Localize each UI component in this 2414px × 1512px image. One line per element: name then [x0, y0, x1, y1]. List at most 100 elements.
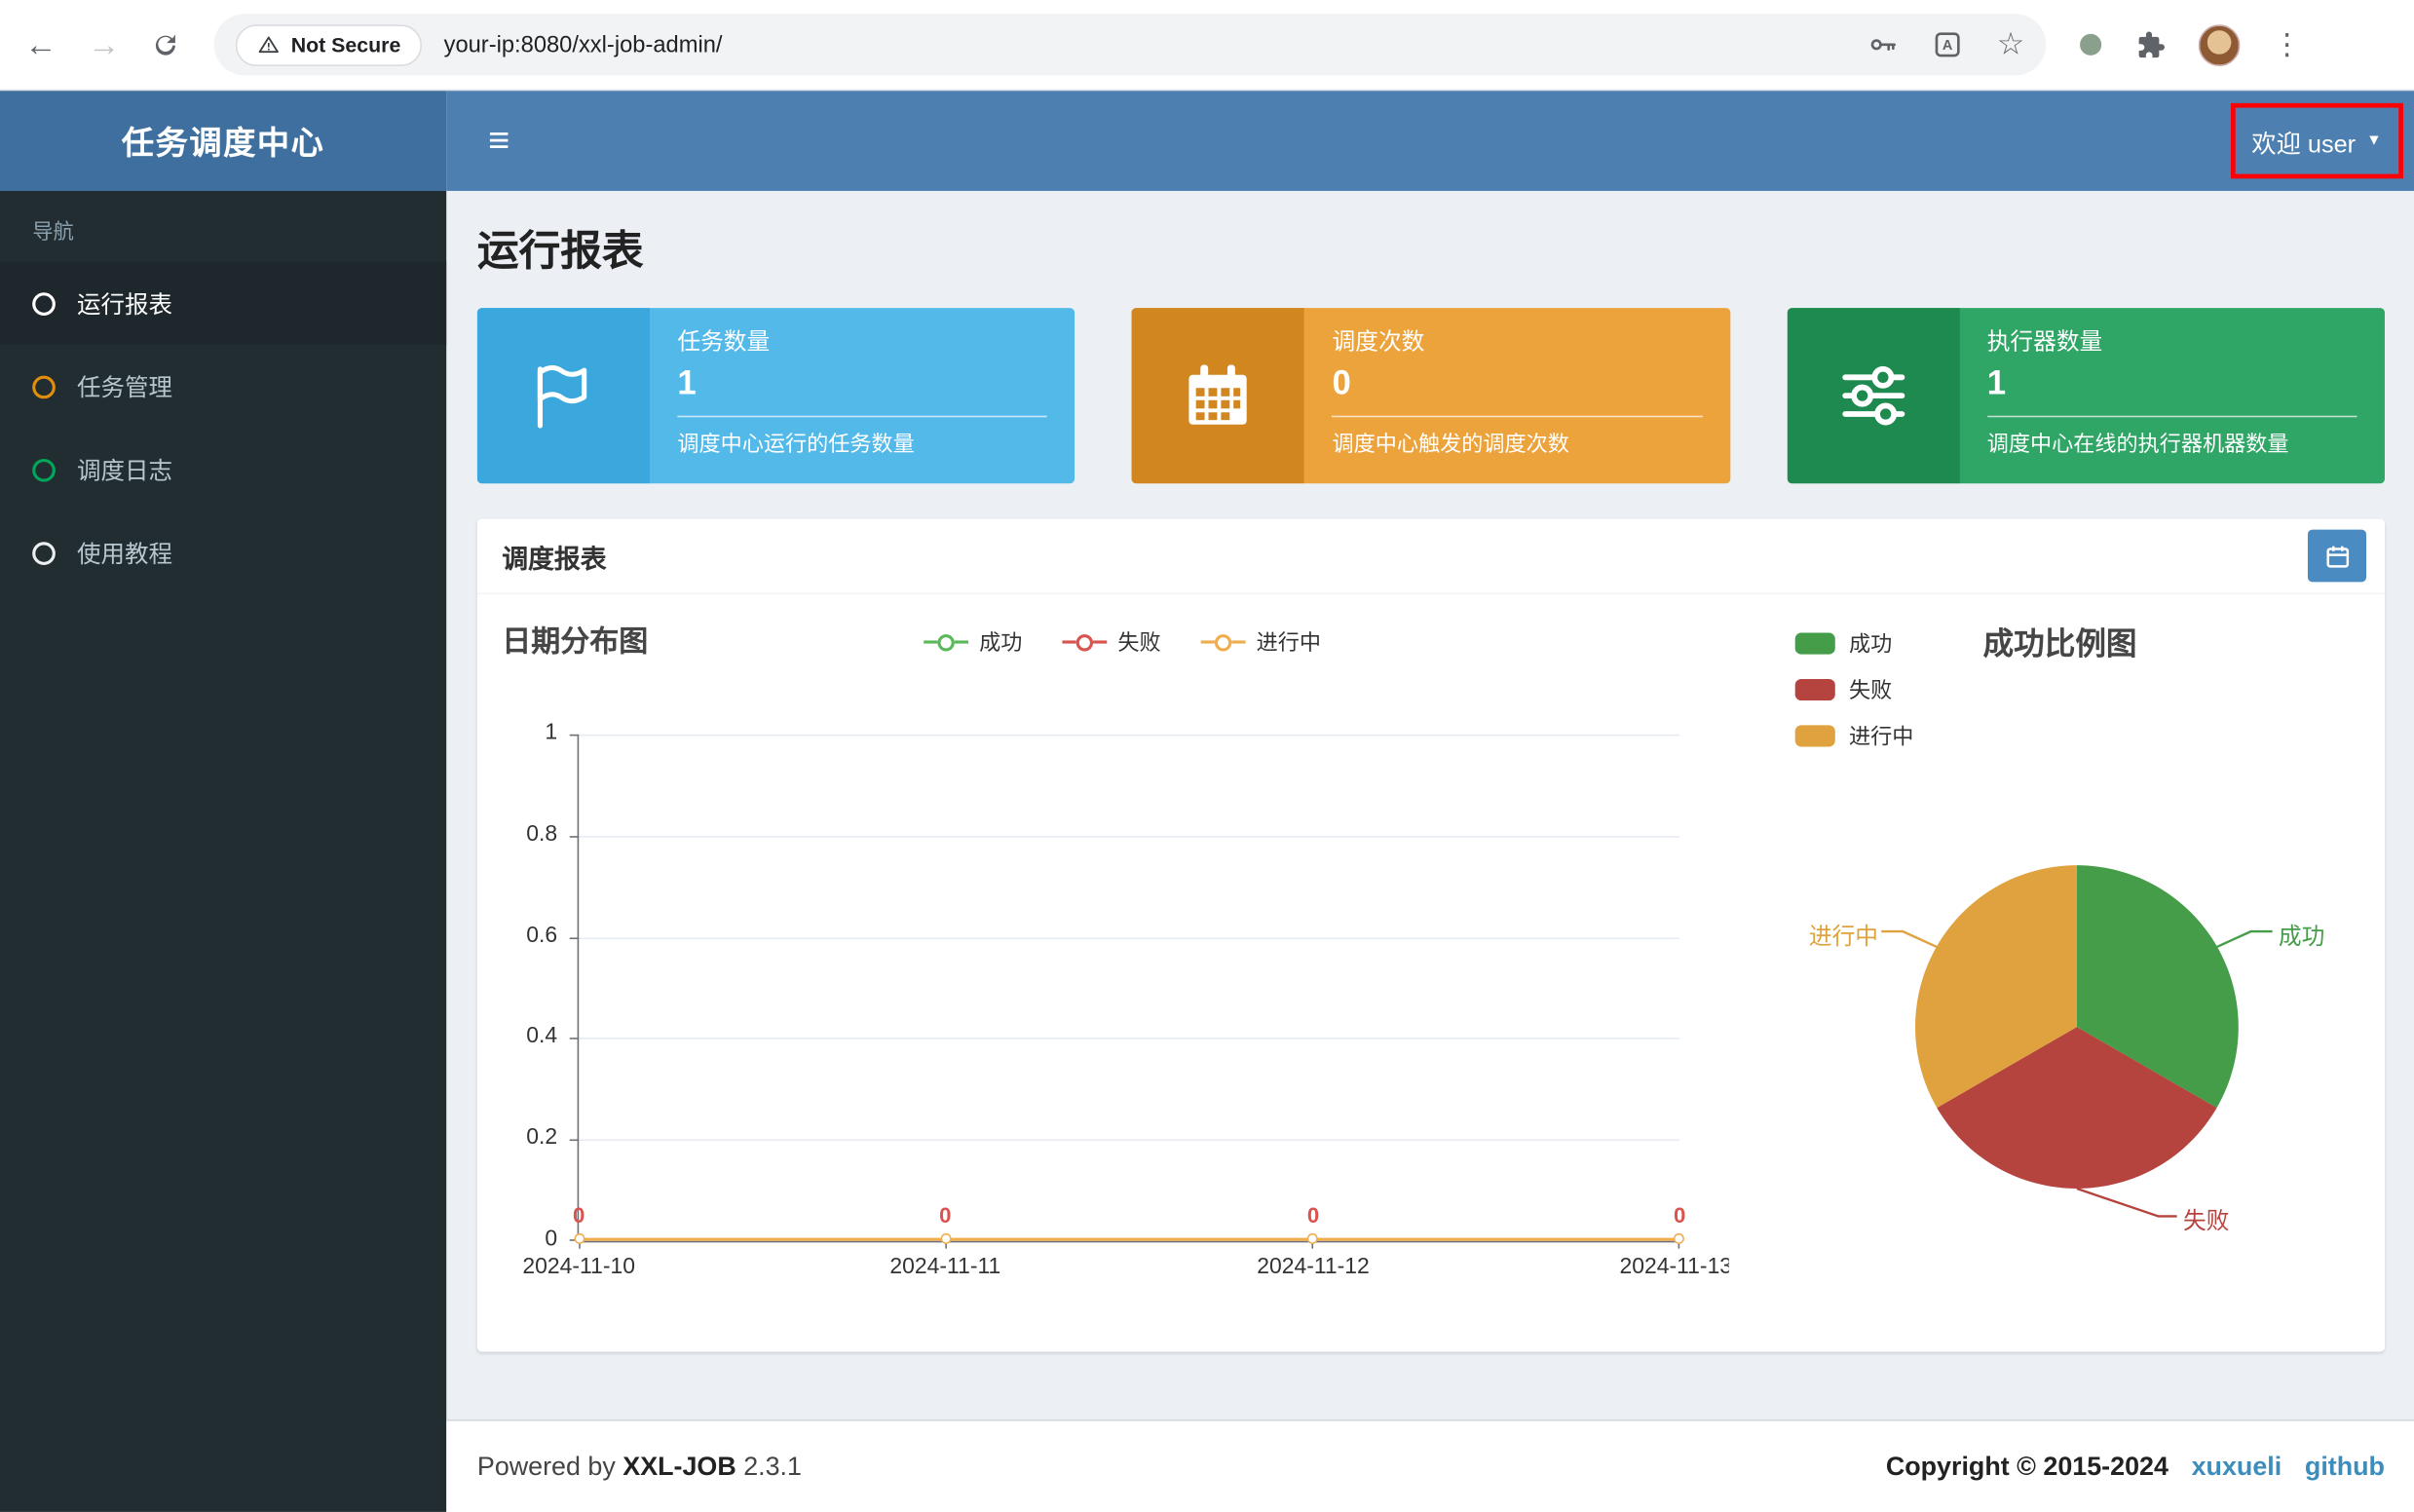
bookmark-star-icon[interactable]: ☆ — [1997, 29, 2024, 60]
security-badge[interactable]: Not Secure — [236, 23, 423, 65]
point-value-label: 0 — [1656, 1202, 1702, 1227]
reload-icon[interactable] — [151, 30, 180, 59]
sidebar-section-label: 导航 — [0, 191, 446, 262]
circle-icon — [32, 291, 56, 315]
page-title: 运行报表 — [477, 217, 2385, 278]
sidebar-item-label: 运行报表 — [77, 286, 172, 321]
y-axis-tick: 0.2 — [486, 1125, 557, 1150]
copyright-text: Copyright © 2015-2024 — [1886, 1451, 2169, 1482]
forward-icon[interactable]: → — [88, 28, 120, 60]
address-bar[interactable]: Not Secure your-ip:8080/xxl-job-admin/ A… — [214, 14, 2047, 75]
key-icon[interactable] — [1867, 29, 1899, 60]
legend-item-success[interactable]: 成功 — [924, 626, 1022, 658]
url-text: your-ip:8080/xxl-job-admin/ — [444, 31, 723, 57]
line-chart-title: 日期分布图 — [502, 619, 648, 661]
stat-card-value: 1 — [1987, 363, 2357, 403]
stat-card-executors: 执行器数量 1 调度中心在线的执行器机器数量 — [1787, 308, 2385, 483]
browser-nav-cluster: ← → — [24, 28, 180, 60]
stat-card-title: 调度次数 — [1333, 324, 1703, 357]
screenshot-stage: ← → Not Secure your-ip:8080/xxl-job-admi… — [0, 0, 2414, 1512]
sidebar-toggle-icon[interactable]: ≡ — [488, 123, 509, 160]
stat-card-title: 任务数量 — [677, 324, 1047, 357]
stat-card-value: 1 — [677, 363, 1047, 403]
warning-icon — [257, 34, 281, 56]
data-point-marker — [1674, 1233, 1684, 1244]
stat-card-jobs: 任务数量 1 调度中心运行的任务数量 — [477, 308, 1075, 483]
pie-label-connectors — [1786, 594, 2385, 1318]
divider — [1987, 416, 2357, 418]
sliders-icon — [1833, 356, 1913, 435]
divider — [1333, 416, 1703, 418]
pie-chart-area: 成功比例图 成功 失败 — [1786, 594, 2385, 1334]
y-axis-tick: 0.4 — [486, 1024, 557, 1048]
stat-card-desc: 调度中心在线的执行器机器数量 — [1987, 428, 2357, 459]
sidebar-item-run-report[interactable]: 运行报表 — [0, 262, 446, 345]
sidebar-item-job-manage[interactable]: 任务管理 — [0, 345, 446, 428]
line-chart-plot: 1 0.8 0.6 0.4 0.2 0 2024-11-10 2024-11-1… — [578, 735, 1680, 1243]
sidebar: 导航 运行报表 任务管理 调度日志 使用教程 — [0, 191, 446, 1512]
stat-card-title: 执行器数量 — [1987, 324, 2357, 357]
data-point-marker — [941, 1233, 952, 1244]
date-range-button[interactable] — [2308, 530, 2366, 583]
line-marker-icon — [1062, 633, 1107, 650]
footer-version: 2.3.1 — [743, 1451, 802, 1480]
browser-toolbar: ← → Not Secure your-ip:8080/xxl-job-admi… — [0, 0, 2414, 91]
running-series-line — [579, 1238, 1679, 1241]
sidebar-item-label: 任务管理 — [77, 369, 172, 403]
powered-by-text: Powered by XXL-JOB 2.3.1 — [477, 1451, 802, 1482]
y-axis-tick: 0.8 — [486, 822, 557, 847]
app-brand: 任务调度中心 — [0, 91, 446, 191]
back-icon[interactable]: ← — [24, 28, 57, 60]
translate-icon[interactable]: A — [1932, 29, 1963, 60]
footer-brand: XXL-JOB — [622, 1451, 736, 1480]
stat-card-desc: 调度中心触发的调度次数 — [1333, 428, 1703, 459]
sidebar-item-tutorial[interactable]: 使用教程 — [0, 511, 446, 594]
footer: Powered by XXL-JOB 2.3.1 Copyright © 201… — [446, 1419, 2414, 1512]
data-point-marker — [1307, 1233, 1318, 1244]
stat-card-desc: 调度中心运行的任务数量 — [677, 428, 1047, 459]
app-header: 任务调度中心 ≡ 欢迎 user ▼ — [0, 91, 2414, 191]
panel-title: 调度报表 — [502, 537, 606, 576]
browser-extension-cluster: ⋮ — [2080, 23, 2302, 65]
sidebar-item-label: 使用教程 — [77, 536, 172, 570]
sidebar-item-label: 调度日志 — [77, 453, 172, 487]
legend-item-fail[interactable]: 失败 — [1062, 626, 1160, 658]
app-topbar: ≡ 欢迎 user ▼ — [446, 91, 2414, 191]
user-menu-highlight-box: 欢迎 user ▼ — [2230, 103, 2403, 178]
y-axis-tick: 1 — [486, 721, 557, 745]
pie-label-success: 成功 — [2279, 919, 2324, 951]
user-menu[interactable]: 欢迎 user — [2251, 123, 2356, 160]
calendar-icon — [1180, 358, 1257, 435]
link-github[interactable]: github — [2305, 1451, 2385, 1482]
stat-card-triggers: 调度次数 0 调度中心触发的调度次数 — [1132, 308, 1730, 483]
y-axis-tick: 0 — [486, 1228, 557, 1252]
circle-icon — [32, 541, 56, 564]
point-value-label: 0 — [923, 1202, 968, 1227]
panel-header: 调度报表 — [477, 519, 2385, 594]
link-xuxueli[interactable]: xuxueli — [2192, 1451, 2282, 1482]
chevron-down-icon: ▼ — [2366, 132, 2382, 149]
y-axis-tick: 0.6 — [486, 924, 557, 948]
browser-menu-icon[interactable]: ⋮ — [2273, 30, 2302, 59]
x-axis-label: 2024-11-12 — [1244, 1255, 1382, 1279]
point-value-label: 0 — [1290, 1202, 1336, 1227]
main-content: 运行报表 任务数量 1 调度中心运行的任务数量 — [446, 191, 2414, 1512]
line-chart-legend: 成功 失败 进行中 — [924, 626, 1321, 658]
x-axis-label: 2024-11-10 — [509, 1255, 648, 1279]
data-point-marker — [574, 1233, 585, 1244]
line-marker-icon — [924, 633, 968, 650]
stat-card-value: 0 — [1333, 363, 1703, 403]
flag-icon — [523, 356, 603, 435]
calendar-icon — [2324, 543, 2351, 569]
x-axis-label: 2024-11-13 — [1620, 1255, 1729, 1279]
dispatch-report-panel: 调度报表 日期分布图 成功 失 — [477, 519, 2385, 1352]
legend-item-running[interactable]: 进行中 — [1201, 626, 1321, 658]
pie-label-running: 进行中 — [1798, 919, 1878, 951]
extensions-puzzle-icon[interactable] — [2133, 28, 2166, 60]
divider — [677, 416, 1047, 418]
point-value-label: 0 — [556, 1202, 602, 1227]
extension-dot-icon[interactable] — [2080, 34, 2101, 56]
circle-icon — [32, 458, 56, 481]
sidebar-item-dispatch-log[interactable]: 调度日志 — [0, 428, 446, 510]
browser-profile-avatar[interactable] — [2199, 23, 2241, 65]
